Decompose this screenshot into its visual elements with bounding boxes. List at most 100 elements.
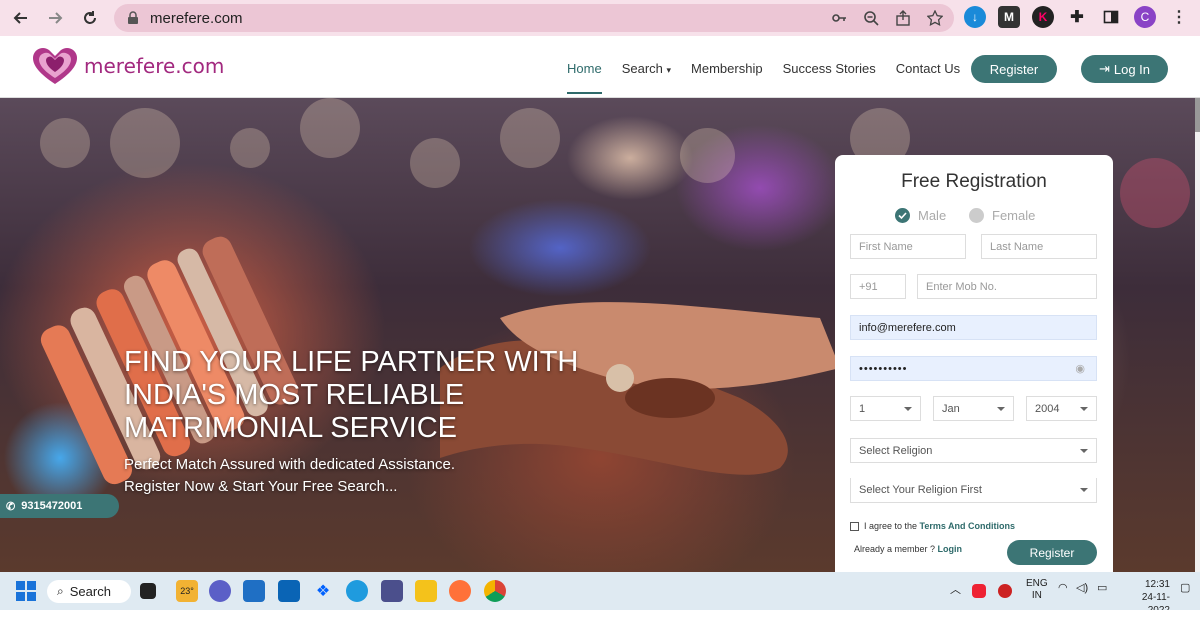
volume-icon[interactable]: ◁) xyxy=(1076,581,1088,594)
caret-down-icon xyxy=(904,407,912,411)
caret-down-icon xyxy=(1080,407,1088,411)
login-icon: ⇥ xyxy=(1098,61,1110,76)
taskbar-search[interactable]: ⌕ Search xyxy=(47,580,131,603)
scrollbar-thumb[interactable] xyxy=(1195,98,1200,132)
eye-icon[interactable]: ◉ xyxy=(1075,362,1086,375)
tray-app-icon[interactable] xyxy=(998,584,1012,598)
app-icon[interactable] xyxy=(381,580,403,602)
tray-app-icon[interactable] xyxy=(972,584,986,598)
terms-checkbox[interactable] xyxy=(850,521,859,531)
radio-unchecked-icon xyxy=(969,208,984,223)
caret-down-icon: ▾ xyxy=(666,65,672,75)
windows-start-icon[interactable] xyxy=(16,581,36,601)
password-field[interactable]: •••••••••• ◉ xyxy=(850,356,1097,381)
windows-taskbar: ⌕ Search 23° ❖ ︿ ENG IN ◠ ◁) ▭ 12:31 24-… xyxy=(0,572,1200,616)
login-label: Log In xyxy=(1113,61,1151,77)
store-icon[interactable] xyxy=(243,580,265,602)
phone-icon: ✆ xyxy=(6,500,16,513)
gender-male-radio[interactable]: Male xyxy=(895,208,946,223)
weather-widget-icon[interactable]: 23° xyxy=(176,580,198,602)
hero-subtitle-line: Register Now & Start Your Free Search... xyxy=(124,478,398,495)
nav-membership[interactable]: Membership xyxy=(691,61,763,76)
edge-icon[interactable] xyxy=(346,580,368,602)
notification-icon[interactable]: ▢ xyxy=(1180,581,1190,594)
share-icon[interactable] xyxy=(894,9,912,27)
site-logo[interactable]: merefere.com xyxy=(30,44,224,88)
hero-title-line: INDIA'S MOST RELIABLE xyxy=(124,379,465,411)
m-extension-icon[interactable]: M xyxy=(998,6,1020,28)
member-text: Already a member ? xyxy=(854,544,938,554)
caste-value: Select Your Religion First xyxy=(859,484,982,496)
main-nav: Home Search ▾ Membership Success Stories… xyxy=(567,61,960,94)
nav-home[interactable]: Home xyxy=(567,61,602,94)
site-header: merefere.com Home Search ▾ Membership Su… xyxy=(0,36,1200,98)
k-extension-icon[interactable]: K xyxy=(1032,6,1054,28)
nav-contact-us[interactable]: Contact Us xyxy=(896,61,960,76)
caret-down-icon xyxy=(997,407,1005,411)
weather-temp: 23° xyxy=(180,586,194,596)
reload-icon[interactable] xyxy=(77,5,103,31)
hero-subtitle-line: Perfect Match Assured with dedicated Ass… xyxy=(124,456,456,473)
firefox-icon[interactable] xyxy=(449,580,471,602)
nav-search[interactable]: Search ▾ xyxy=(622,61,671,76)
already-member-text: Already a member ? Login xyxy=(854,544,962,554)
hero-title-line: MATRIMONIAL SERVICE xyxy=(124,412,458,444)
search-icon: ⌕ xyxy=(57,584,64,598)
puzzle-icon[interactable]: ✚ xyxy=(1066,6,1088,28)
login-link[interactable]: Login xyxy=(938,544,963,554)
dob-month-select[interactable]: Jan xyxy=(933,396,1014,421)
registration-title: Free Registration xyxy=(901,171,1047,192)
wifi-icon[interactable]: ◠ xyxy=(1058,581,1068,594)
zoom-icon[interactable] xyxy=(862,9,880,27)
file-explorer-icon[interactable] xyxy=(415,580,437,602)
browser-toolbar: merefere.com ↓ M K ✚ C ⋮ xyxy=(0,0,1200,36)
dob-day-value: 1 xyxy=(859,402,866,415)
hero-title-line: FIND YOUR LIFE PARTNER WITH xyxy=(124,346,579,378)
sidepanel-icon[interactable] xyxy=(1100,6,1122,28)
religion-select[interactable]: Select Religion xyxy=(850,438,1097,463)
page-scrollbar[interactable] xyxy=(1195,98,1200,572)
bokeh-light xyxy=(40,118,90,168)
last-name-field[interactable]: Last Name xyxy=(981,234,1097,259)
menu-dots-icon[interactable]: ⋮ xyxy=(1168,6,1190,28)
phone-contact-button[interactable]: ✆ 9315472001 xyxy=(0,494,119,518)
bokeh-light xyxy=(410,138,460,188)
forward-icon[interactable] xyxy=(42,5,68,31)
nav-success-stories[interactable]: Success Stories xyxy=(783,61,876,76)
terms-agreement: I agree to the Terms And Conditions xyxy=(850,521,1015,531)
url-text: merefere.com xyxy=(150,9,243,27)
chat-icon[interactable] xyxy=(209,580,231,602)
header-login-button[interactable]: ⇥ Log In xyxy=(1081,55,1168,83)
country-code-field[interactable]: +91 xyxy=(850,274,906,299)
back-icon[interactable] xyxy=(8,5,34,31)
dob-month-value: Jan xyxy=(942,402,960,415)
dob-day-select[interactable]: 1 xyxy=(850,396,921,421)
address-bar[interactable]: merefere.com xyxy=(114,4,954,32)
phone-number: 9315472001 xyxy=(21,500,83,512)
task-view-icon[interactable] xyxy=(140,583,156,599)
star-icon[interactable] xyxy=(926,9,944,27)
caste-select[interactable]: Select Your Religion First xyxy=(850,478,1097,503)
download-extension-icon[interactable]: ↓ xyxy=(964,6,986,28)
lock-icon xyxy=(128,11,138,24)
terms-link[interactable]: Terms And Conditions xyxy=(920,521,1016,531)
mobile-field[interactable]: Enter Mob No. xyxy=(917,274,1097,299)
profile-avatar[interactable]: C xyxy=(1134,6,1156,28)
nav-search-label: Search xyxy=(621,61,663,76)
caret-down-icon xyxy=(1080,488,1088,492)
mail-icon[interactable] xyxy=(278,580,300,602)
register-submit-button[interactable]: Register xyxy=(1007,540,1097,565)
battery-icon[interactable]: ▭ xyxy=(1097,581,1107,594)
dob-year-select[interactable]: 2004 xyxy=(1026,396,1097,421)
check-icon xyxy=(895,208,910,223)
email-field[interactable]: info@merefere.com xyxy=(850,315,1097,340)
first-name-field[interactable]: First Name xyxy=(850,234,966,259)
header-register-button[interactable]: Register xyxy=(971,55,1057,83)
language-indicator[interactable]: ENG IN xyxy=(1026,578,1048,602)
tray-overflow-icon[interactable]: ︿ xyxy=(950,581,961,597)
chrome-icon[interactable] xyxy=(484,580,506,602)
key-icon[interactable] xyxy=(830,9,848,27)
dropbox-icon[interactable]: ❖ xyxy=(312,580,334,602)
gender-female-radio[interactable]: Female xyxy=(969,208,1035,223)
lang-line: IN xyxy=(1031,590,1042,601)
